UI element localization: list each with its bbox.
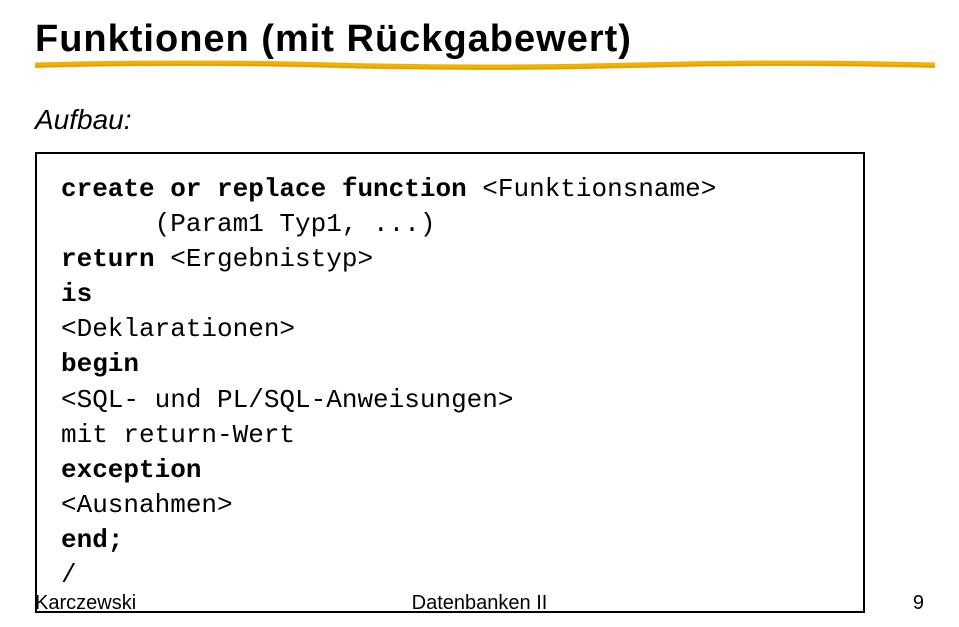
footer: Karczewski Datenbanken II 9 bbox=[35, 592, 924, 615]
slide-page: Funktionen (mit Rückgabewert) Aufbau: cr… bbox=[0, 0, 959, 627]
code-anweisungen: <SQL- und PL/SQL-Anweisungen> bbox=[61, 385, 513, 415]
kw-exception: exception bbox=[61, 455, 201, 485]
section-label-aufbau: Aufbau: bbox=[35, 104, 924, 136]
code-params: (Param1 Typ1, ...) bbox=[61, 209, 435, 239]
code-returnwert: mit return-Wert bbox=[61, 420, 295, 450]
code-box: create or replace function <Funktionsnam… bbox=[35, 152, 865, 613]
kw-return: return bbox=[61, 244, 170, 274]
code-slash: / bbox=[61, 560, 77, 590]
kw-end: end; bbox=[61, 525, 123, 555]
kw-create: create or replace function bbox=[61, 174, 482, 204]
code-funktionsname: <Funktionsname> bbox=[482, 174, 716, 204]
code-deklarationen: <Deklarationen> bbox=[61, 314, 295, 344]
page-title: Funktionen (mit Rückgabewert) bbox=[35, 18, 924, 61]
footer-course: Datenbanken II bbox=[35, 592, 924, 615]
title-underline bbox=[35, 59, 935, 71]
code-ausnahmen: <Ausnahmen> bbox=[61, 490, 233, 520]
kw-begin: begin bbox=[61, 349, 139, 379]
code-ergebnistyp: <Ergebnistyp> bbox=[170, 244, 373, 274]
kw-is: is bbox=[61, 279, 92, 309]
